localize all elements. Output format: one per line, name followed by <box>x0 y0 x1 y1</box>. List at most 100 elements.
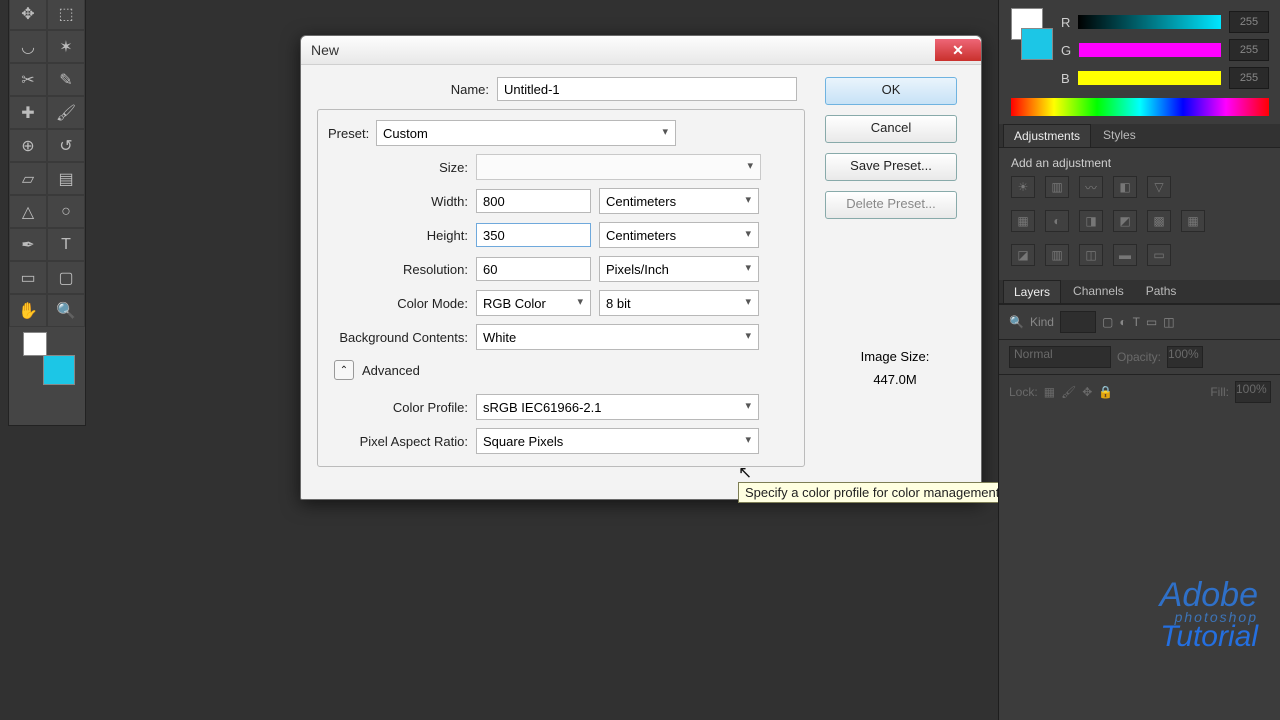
blur-tool[interactable]: △ <box>9 195 47 228</box>
pixel-ar-label: Pixel Aspect Ratio: <box>328 434 476 449</box>
width-unit-select[interactable]: Centimeters <box>599 188 759 214</box>
kind-label: Kind <box>1030 315 1054 329</box>
resolution-unit-select[interactable]: Pixels/Inch <box>599 256 759 282</box>
r-slider[interactable] <box>1078 15 1221 29</box>
blend-mode-select[interactable]: Normal <box>1009 346 1111 368</box>
brush-tool[interactable]: 🖌 <box>47 96 85 129</box>
height-input[interactable] <box>476 223 591 247</box>
adjustment-row-2: ▦ ◐ ◨ ◩ ▩ ▦ <box>1011 204 1269 238</box>
tab-channels[interactable]: Channels <box>1063 280 1134 303</box>
color-mode-select[interactable]: RGB Color <box>476 290 591 316</box>
background-swatch[interactable] <box>43 355 75 385</box>
tab-styles[interactable]: Styles <box>1093 124 1146 147</box>
advanced-toggle[interactable]: ⌃ Advanced <box>334 360 794 380</box>
color-mode-label: Color Mode: <box>328 296 476 311</box>
filter-smart-icon[interactable]: ◫ <box>1163 315 1174 329</box>
bg-contents-select[interactable]: White <box>476 324 759 350</box>
zoom-tool[interactable]: 🔍 <box>47 294 85 327</box>
move-tool[interactable]: ✥ <box>9 0 47 30</box>
filter-adjust-icon[interactable]: ◐ <box>1119 315 1126 329</box>
vibrance-icon[interactable]: ▽ <box>1147 176 1171 198</box>
pen-tool[interactable]: ✒ <box>9 228 47 261</box>
hue-icon[interactable]: ▦ <box>1011 210 1035 232</box>
exposure-icon[interactable]: ◧ <box>1113 176 1137 198</box>
channel-mixer-icon[interactable]: ▩ <box>1147 210 1171 232</box>
ok-button[interactable]: OK <box>825 77 957 105</box>
photo-filter-icon[interactable]: ◩ <box>1113 210 1137 232</box>
foreground-swatch[interactable] <box>23 332 47 356</box>
resolution-input[interactable] <box>476 257 591 281</box>
width-label: Width: <box>328 194 476 209</box>
color-profile-select[interactable]: sRGB IEC61966-2.1 <box>476 394 759 420</box>
tab-paths[interactable]: Paths <box>1136 280 1187 303</box>
shape-tool[interactable]: ▢ <box>47 261 85 294</box>
color-spectrum[interactable] <box>1011 98 1269 116</box>
height-label: Height: <box>328 228 476 243</box>
color-depth-select[interactable]: 8 bit <box>599 290 759 316</box>
lock-label: Lock: <box>1009 385 1038 399</box>
tab-adjustments[interactable]: Adjustments <box>1003 124 1091 147</box>
marquee-tool[interactable]: ⬚ <box>47 0 85 30</box>
filter-pixel-icon[interactable]: ▢ <box>1102 315 1113 329</box>
lock-transparent-icon[interactable]: ▦ <box>1044 385 1055 399</box>
lasso-tool[interactable]: ◡ <box>9 30 47 63</box>
brightness-icon[interactable]: ☀ <box>1011 176 1035 198</box>
close-button[interactable]: ✕ <box>935 39 981 61</box>
width-input[interactable] <box>476 189 591 213</box>
dodge-tool[interactable]: ○ <box>47 195 85 228</box>
healing-tool[interactable]: ✚ <box>9 96 47 129</box>
curves-icon[interactable]: 〰 <box>1079 176 1103 198</box>
type-tool[interactable]: T <box>47 228 85 261</box>
name-input[interactable] <box>497 77 797 101</box>
lookup-icon[interactable]: ▦ <box>1181 210 1205 232</box>
stamp-tool[interactable]: ⊕ <box>9 129 47 162</box>
preset-select[interactable]: Custom <box>376 120 676 146</box>
watermark: Adobe photoshop Tutorial <box>1160 580 1258 650</box>
dialog-titlebar[interactable]: New ✕ <box>301 36 981 65</box>
fill-input[interactable]: 100% <box>1235 381 1271 403</box>
delete-preset-button[interactable]: Delete Preset... <box>825 191 957 219</box>
color-balance-icon[interactable]: ◐ <box>1045 210 1069 232</box>
height-unit-select[interactable]: Centimeters <box>599 222 759 248</box>
crop-tool[interactable]: ✂ <box>9 63 47 96</box>
bw-icon[interactable]: ◨ <box>1079 210 1103 232</box>
levels-icon[interactable]: ▥ <box>1045 176 1069 198</box>
b-label: B <box>1061 71 1070 86</box>
resolution-label: Resolution: <box>328 262 476 277</box>
eraser-tool[interactable]: ▱ <box>9 162 47 195</box>
b-slider[interactable] <box>1078 71 1221 85</box>
path-select-tool[interactable]: ▭ <box>9 261 47 294</box>
tab-layers[interactable]: Layers <box>1003 280 1061 303</box>
lock-paint-icon[interactable]: 🖌 <box>1061 385 1076 399</box>
lock-all-icon[interactable]: 🔒 <box>1098 385 1113 399</box>
tooltip: Specify a color profile for color manage… <box>738 482 1006 503</box>
color-bg-swatch[interactable] <box>1021 28 1053 60</box>
threshold-icon[interactable]: ◫ <box>1079 244 1103 266</box>
opacity-input[interactable]: 100% <box>1167 346 1203 368</box>
opacity-label: Opacity: <box>1117 350 1161 364</box>
bg-contents-label: Background Contents: <box>328 330 476 345</box>
posterize-icon[interactable]: ▥ <box>1045 244 1069 266</box>
g-value[interactable]: 255 <box>1229 39 1269 61</box>
selective-color-icon[interactable]: ▭ <box>1147 244 1171 266</box>
gradient-map-icon[interactable]: ▬ <box>1113 244 1137 266</box>
filter-shape-icon[interactable]: ▭ <box>1146 315 1157 329</box>
invert-icon[interactable]: ◪ <box>1011 244 1035 266</box>
eyedropper-tool[interactable]: ✎ <box>47 63 85 96</box>
kind-select[interactable] <box>1060 311 1096 333</box>
b-value[interactable]: 255 <box>1229 67 1269 89</box>
quick-select-tool[interactable]: ✶ <box>47 30 85 63</box>
gradient-tool[interactable]: ▤ <box>47 162 85 195</box>
save-preset-button[interactable]: Save Preset... <box>825 153 957 181</box>
r-label: R <box>1061 15 1070 30</box>
hand-tool[interactable]: ✋ <box>9 294 47 327</box>
g-slider[interactable] <box>1079 43 1221 57</box>
filter-icon[interactable]: 🔍 <box>1009 315 1024 329</box>
r-value[interactable]: 255 <box>1229 11 1269 33</box>
lock-position-icon[interactable]: ✥ <box>1082 385 1092 399</box>
cancel-button[interactable]: Cancel <box>825 115 957 143</box>
chevron-up-icon: ⌃ <box>334 360 354 380</box>
filter-type-icon[interactable]: T <box>1133 315 1140 329</box>
history-brush-tool[interactable]: ↺ <box>47 129 85 162</box>
pixel-ar-select[interactable]: Square Pixels <box>476 428 759 454</box>
